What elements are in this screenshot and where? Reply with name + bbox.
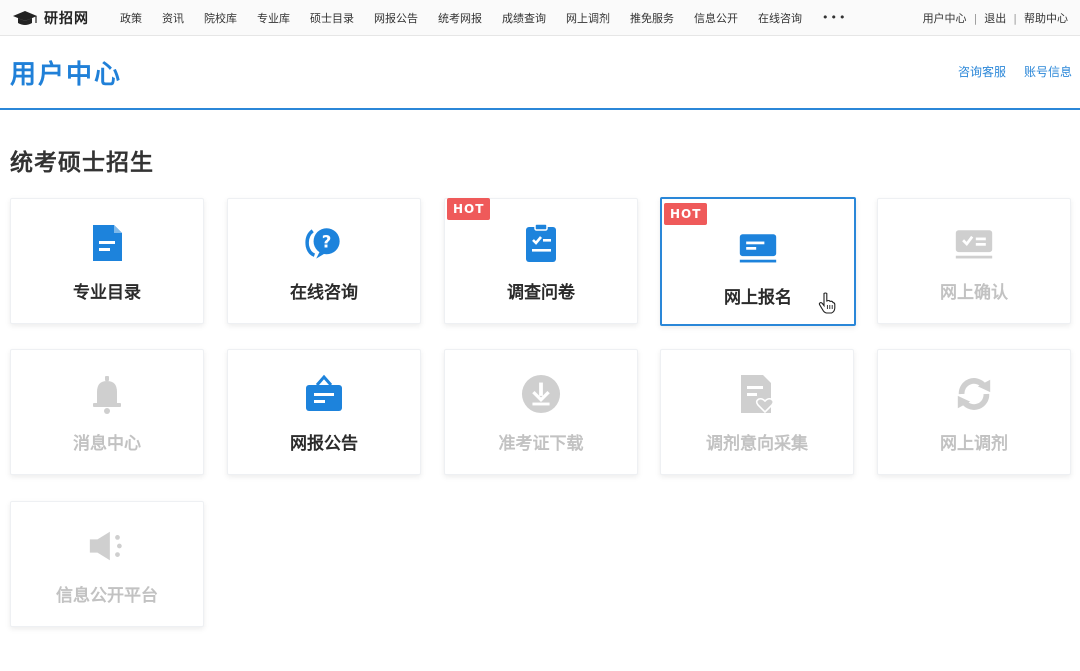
- card-label: 专业目录: [73, 283, 141, 303]
- refresh-icon: [954, 374, 994, 414]
- hot-badge: HOT: [664, 203, 708, 225]
- account-info-link[interactable]: 账号信息: [1024, 63, 1072, 80]
- svg-text:?: ?: [322, 232, 332, 251]
- form-heart-icon: [737, 374, 777, 414]
- section-title: 统考硕士招生: [10, 150, 154, 176]
- card-online-confirm[interactable]: 网上确认: [877, 198, 1071, 324]
- nav-link-score-query[interactable]: 成绩查询: [502, 10, 546, 26]
- card-online-consult[interactable]: ? 在线咨询: [227, 198, 421, 324]
- nav-link-registration-notice[interactable]: 网报公告: [374, 10, 418, 26]
- separator: |: [973, 11, 978, 25]
- card-info-disclosure-platform[interactable]: 信息公开平台: [10, 501, 204, 627]
- nav-link-recommendation[interactable]: 推免服务: [630, 10, 674, 26]
- nav-link-online-consult[interactable]: 在线咨询: [758, 10, 802, 26]
- nav-link-news[interactable]: 资讯: [162, 10, 184, 26]
- card-label: 信息公开平台: [56, 586, 158, 606]
- nav-link-online-adjustment[interactable]: 网上调剂: [566, 10, 610, 26]
- more-menu-icon[interactable]: •••: [822, 11, 847, 24]
- card-label: 调剂意向采集: [706, 434, 808, 454]
- card-label: 网报公告: [290, 434, 358, 454]
- graduation-cap-icon: [13, 10, 37, 25]
- nav-link-exam-registration[interactable]: 统考网报: [438, 10, 482, 26]
- download-icon: [521, 374, 561, 414]
- main-nav-links: 政策 资讯 院校库 专业库 硕士目录 网报公告 统考网报 成绩查询 网上调剂 推…: [120, 10, 867, 26]
- nav-link-master-catalog[interactable]: 硕士目录: [310, 10, 354, 26]
- card-message-center[interactable]: 消息中心: [10, 349, 204, 475]
- logo-text: 研招网: [44, 10, 89, 27]
- hand-pointer-cursor-icon: [818, 292, 836, 318]
- page-title: 用户中心: [10, 60, 123, 90]
- separator: |: [1013, 11, 1017, 25]
- card-label: 网上调剂: [940, 434, 1008, 454]
- id-card-icon: [738, 227, 778, 267]
- card-survey[interactable]: HOT 调查问卷: [444, 198, 638, 324]
- card-online-adjustment[interactable]: 网上调剂: [877, 349, 1071, 475]
- top-navigation-bar: 研招网 政策 资讯 院校库 专业库 硕士目录 网报公告 统考网报 成绩查询 网上…: [0, 0, 1080, 36]
- card-registration-notice[interactable]: 网报公告: [227, 349, 421, 475]
- card-label: 消息中心: [73, 434, 141, 454]
- card-label: 在线咨询: [290, 283, 358, 303]
- header-links: 咨询客服 账号信息: [940, 63, 1072, 80]
- card-check-icon: [954, 223, 994, 263]
- hot-badge: HOT: [447, 198, 491, 220]
- card-admission-ticket-download[interactable]: 准考证下载: [444, 349, 638, 475]
- question-chat-icon: ?: [304, 223, 344, 263]
- notice-board-icon: [304, 374, 344, 414]
- user-links: 用户中心 | 退出 | 帮助中心: [923, 0, 1068, 36]
- nav-link-policy[interactable]: 政策: [120, 10, 142, 26]
- nav-link-schools[interactable]: 院校库: [204, 10, 237, 26]
- help-center-link[interactable]: 帮助中心: [1024, 10, 1068, 26]
- nav-link-info-disclosure[interactable]: 信息公开: [694, 10, 738, 26]
- nav-link-majors[interactable]: 专业库: [257, 10, 290, 26]
- customer-service-link[interactable]: 咨询客服: [958, 63, 1006, 80]
- card-adjustment-intention[interactable]: 调剂意向采集: [660, 349, 854, 475]
- card-label: 准考证下载: [498, 434, 584, 454]
- card-major-catalog[interactable]: 专业目录: [10, 198, 204, 324]
- bell-icon: [87, 374, 127, 414]
- clipboard-check-icon: [521, 223, 561, 263]
- page-header: 用户中心 咨询客服 账号信息: [0, 36, 1080, 110]
- site-logo[interactable]: 研招网: [12, 8, 112, 28]
- logout-link[interactable]: 退出: [984, 10, 1006, 26]
- speaker-icon: [87, 526, 127, 566]
- user-center-link[interactable]: 用户中心: [923, 10, 967, 26]
- card-label: 网上确认: [940, 283, 1008, 303]
- card-label: 调查问卷: [507, 283, 575, 303]
- document-icon: [87, 223, 127, 263]
